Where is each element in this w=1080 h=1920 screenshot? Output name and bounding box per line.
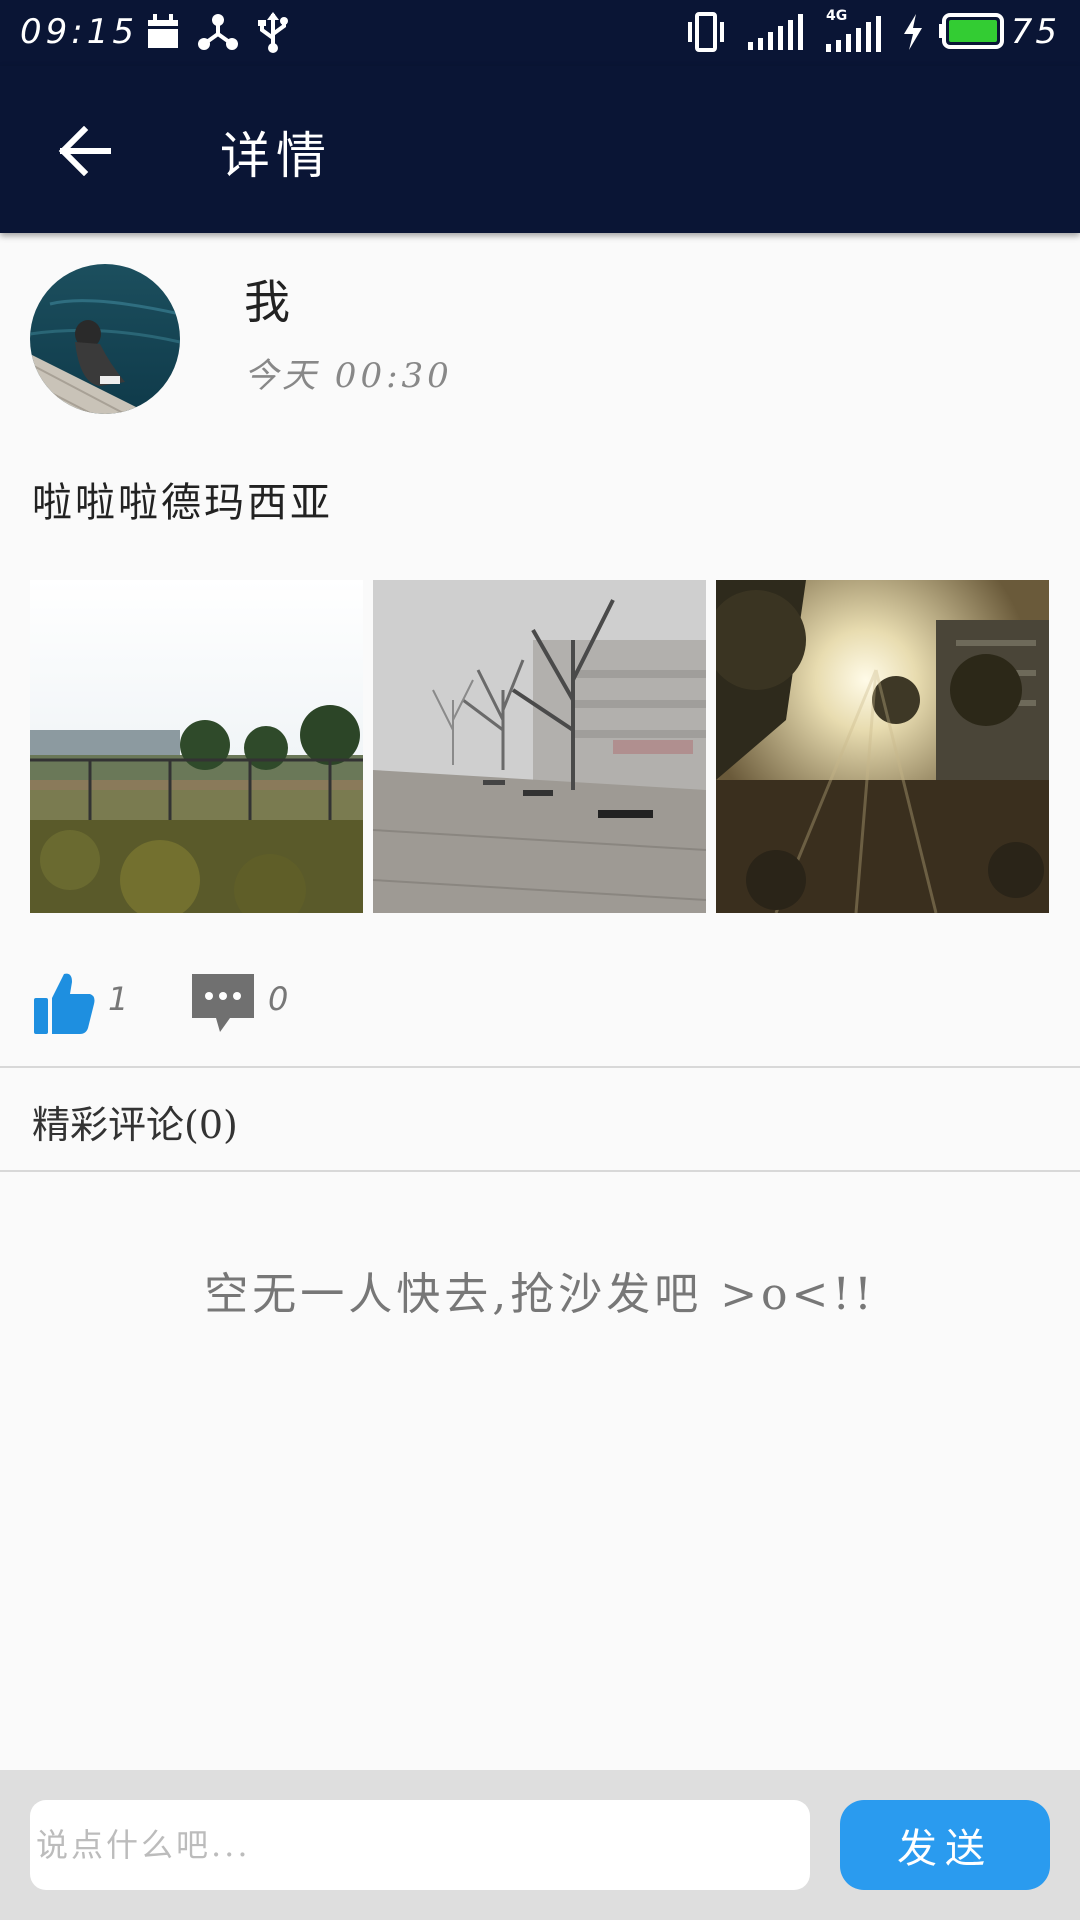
avatar-image: [30, 264, 180, 414]
post-time: 今天 00:30: [244, 356, 453, 396]
battery-percent: 75: [1010, 12, 1060, 52]
sunrise-trees-photo: [716, 580, 1049, 913]
avatar[interactable]: [30, 264, 180, 414]
thumbs-up-icon: [34, 973, 95, 1034]
divider: [0, 1066, 1080, 1068]
signal-4g-icon: 4G: [824, 6, 884, 56]
like-button[interactable]: [30, 968, 100, 1038]
battery-icon: [939, 13, 1004, 49]
usb-icon: [258, 12, 288, 53]
app-bar: 详情: [0, 66, 1080, 233]
send-button[interactable]: 发送: [840, 1800, 1050, 1890]
post-image-3[interactable]: [716, 580, 1049, 913]
post-image-1[interactable]: [30, 580, 363, 913]
like-count: 1: [108, 980, 129, 1018]
author-name[interactable]: 我: [244, 266, 290, 332]
comments-header: 精彩评论(0): [32, 1103, 238, 1147]
arrow-left-icon: [58, 126, 111, 176]
back-button[interactable]: [40, 112, 130, 190]
comment-input[interactable]: [30, 1800, 810, 1890]
post-text: 啦啦啦德玛西亚: [32, 480, 333, 526]
share-network-icon: [198, 14, 238, 50]
sports-field-photo: [30, 580, 363, 913]
comment-count: 0: [268, 980, 289, 1018]
comment-input-bar: 发送: [0, 1770, 1080, 1920]
page-title: 详情: [220, 127, 332, 185]
empty-comments-message: 空无一人快去,抢沙发吧 >o<!!: [204, 1269, 876, 1320]
post-image-2[interactable]: [373, 580, 706, 913]
status-bar: 09:15 4G 75: [0, 0, 1080, 66]
divider: [0, 1170, 1080, 1172]
foggy-campus-photo: [373, 580, 706, 913]
comment-button[interactable]: [188, 970, 258, 1040]
calendar-icon: [148, 14, 178, 48]
charging-icon: [904, 14, 922, 50]
vibrate-icon: [688, 12, 724, 52]
status-time: 09:15: [20, 12, 138, 52]
detail-screen: 09:15 4G 75 详情 我 今天 00:30 啦啦啦德玛西亚 1 0 精彩…: [0, 0, 1080, 1920]
comment-bubble-icon: [192, 974, 254, 1032]
signal-icon: [748, 14, 803, 50]
